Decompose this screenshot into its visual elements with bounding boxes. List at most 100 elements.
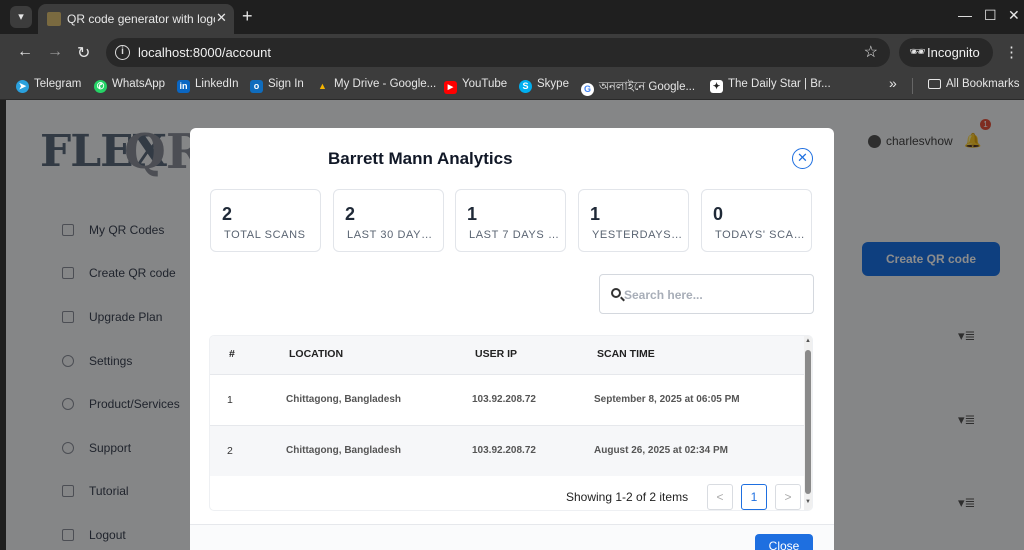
search-box[interactable]: [599, 274, 814, 314]
stat-value: 2: [345, 204, 356, 224]
stat-card-last-30-days: 2 LAST 30 DAYS SCANS: [333, 189, 444, 252]
outlook-icon: o: [250, 80, 263, 93]
bookmark-label: Sign In: [268, 78, 304, 90]
cell-location: Chittagong, Bangladesh: [286, 445, 401, 456]
bookmark-label: Telegram: [34, 78, 82, 90]
cell-number: 1: [227, 394, 233, 406]
bookmark-telegram[interactable]: ➤ Telegram: [16, 78, 81, 94]
table-scrollbar[interactable]: ▲ ▼: [804, 336, 812, 510]
minimize-icon[interactable]: —: [958, 7, 972, 23]
bookmark-daily-star[interactable]: ✦ The Daily Star | Br...: [710, 78, 831, 94]
stat-label: LAST 7 DAYS SCANS: [469, 229, 561, 241]
search-input[interactable]: [624, 285, 804, 305]
scroll-thumb[interactable]: [805, 350, 811, 494]
modal-close-icon[interactable]: ✕: [792, 148, 813, 169]
incognito-icon: 🕶: [909, 44, 926, 59]
search-icon: [611, 288, 621, 298]
column-header-location: LOCATION: [289, 348, 344, 360]
maximize-icon[interactable]: ☐: [984, 7, 997, 24]
url-text[interactable]: localhost:8000/account: [138, 45, 271, 60]
table-row: 2 Chittagong, Bangladesh 103.92.208.72 A…: [210, 425, 804, 476]
close-button[interactable]: Close: [755, 534, 813, 550]
modal-footer: [190, 524, 834, 550]
pagination-summary: Showing 1-2 of 2 items: [566, 490, 689, 504]
tab-search-chevron-icon[interactable]: ▾: [10, 6, 32, 28]
bookmark-label: LinkedIn: [195, 78, 239, 90]
modal-title: Barrett Mann Analytics: [328, 149, 513, 168]
bookmark-label: My Drive - Google...: [334, 78, 437, 90]
browser-tab[interactable]: QR code generator with logo ✕: [38, 4, 234, 34]
browser-tab-bar: ▾ QR code generator with logo ✕ + — ☐ ✕: [0, 0, 1024, 34]
cell-user-ip: 103.92.208.72: [472, 445, 536, 456]
address-bar[interactable]: i localhost:8000/account ☆: [106, 38, 890, 67]
bookmark-linkedin[interactable]: in LinkedIn: [177, 78, 238, 94]
telegram-icon: ➤: [16, 80, 29, 93]
analytics-modal: Barrett Mann Analytics ✕ 2 TOTAL SCANS 2…: [190, 128, 834, 550]
bookmark-label: Skype: [537, 78, 569, 90]
bookmarks-bar: ➤ Telegram ✆ WhatsApp in LinkedIn o Sign In …: [0, 72, 1024, 100]
table-header: # LOCATION USER IP SCAN TIME: [210, 336, 804, 374]
tab-close-icon[interactable]: ✕: [216, 10, 227, 26]
cell-scan-time: August 26, 2025 at 02:34 PM: [594, 445, 728, 456]
linkedin-icon: in: [177, 80, 190, 93]
new-tab-icon[interactable]: +: [242, 6, 253, 27]
incognito-indicator[interactable]: 🕶 Incognito: [899, 38, 993, 67]
window-close-icon[interactable]: ✕: [1008, 7, 1020, 24]
bookmark-youtube[interactable]: ▶ YouTube: [444, 78, 507, 94]
reload-icon[interactable]: ↻: [77, 43, 90, 63]
stat-label: YESTERDAYS SCANS: [592, 229, 684, 241]
bookmark-sign-in[interactable]: o Sign In: [250, 78, 304, 94]
stat-value: 1: [590, 204, 601, 224]
scroll-up-icon[interactable]: ▲: [804, 338, 812, 344]
daily-star-icon: ✦: [710, 80, 723, 93]
stat-card-last-7-days: 1 LAST 7 DAYS SCANS: [455, 189, 566, 252]
stat-label: TODAYS' SCANS: [715, 229, 807, 241]
bookmarks-divider: [912, 78, 913, 94]
cell-number: 2: [227, 445, 233, 457]
bookmark-whatsapp[interactable]: ✆ WhatsApp: [94, 78, 165, 94]
bookmark-label: YouTube: [462, 78, 508, 90]
bookmark-google-translate[interactable]: G অনলাইনে Google...: [581, 78, 696, 96]
tab-favicon-icon: [47, 12, 61, 26]
all-bookmarks[interactable]: All Bookmarks: [928, 78, 1020, 94]
stat-value: 0: [713, 204, 724, 224]
stat-card-yesterdays: 1 YESTERDAYS SCANS: [578, 189, 689, 252]
youtube-icon: ▶: [444, 81, 457, 94]
tab-title: QR code generator with logo: [67, 12, 215, 26]
column-header-user-ip: USER IP: [475, 348, 518, 360]
cell-user-ip: 103.92.208.72: [472, 394, 536, 405]
bookmarks-overflow-icon[interactable]: »: [889, 75, 897, 91]
folder-icon: [928, 79, 941, 89]
pagination-next-button[interactable]: >: [775, 484, 801, 510]
stat-card-todays: 0 TODAYS' SCANS: [701, 189, 812, 252]
browser-menu-icon[interactable]: ⋮: [1004, 43, 1019, 61]
browser-toolbar: ← → ↻ i localhost:8000/account ☆ 🕶 Incog…: [0, 34, 1024, 72]
bookmark-star-icon[interactable]: ☆: [864, 42, 878, 62]
pagination-page-1[interactable]: 1: [741, 484, 767, 510]
bookmark-skype[interactable]: S Skype: [519, 78, 569, 94]
stat-value: 2: [222, 204, 233, 224]
column-header-number: #: [229, 348, 235, 360]
scroll-down-icon[interactable]: ▼: [804, 499, 812, 505]
pagination-prev-button[interactable]: <: [707, 484, 733, 510]
bookmark-label: অনলাইনে Google...: [599, 81, 696, 93]
whatsapp-icon: ✆: [94, 80, 107, 93]
stat-card-total-scans: 2 TOTAL SCANS: [210, 189, 321, 252]
site-info-icon[interactable]: i: [115, 45, 130, 60]
incognito-label: Incognito: [927, 45, 980, 60]
cell-scan-time: September 8, 2025 at 06:05 PM: [594, 394, 740, 405]
google-icon: G: [581, 83, 594, 96]
all-bookmarks-label: All Bookmarks: [946, 78, 1020, 90]
google-drive-icon: ▲: [318, 81, 327, 91]
cell-location: Chittagong, Bangladesh: [286, 394, 401, 405]
forward-arrow-icon[interactable]: →: [47, 43, 63, 61]
bookmark-label: WhatsApp: [112, 78, 166, 90]
table-row: 1 Chittagong, Bangladesh 103.92.208.72 S…: [210, 374, 804, 425]
stat-value: 1: [467, 204, 478, 224]
bookmark-label: The Daily Star | Br...: [728, 78, 831, 90]
stat-label: LAST 30 DAYS SCANS: [347, 229, 439, 241]
stat-label: TOTAL SCANS: [224, 229, 306, 241]
back-arrow-icon[interactable]: ←: [17, 43, 33, 61]
bookmark-my-drive[interactable]: ▲ My Drive - Google...: [316, 78, 436, 94]
column-header-scan-time: SCAN TIME: [597, 348, 655, 360]
